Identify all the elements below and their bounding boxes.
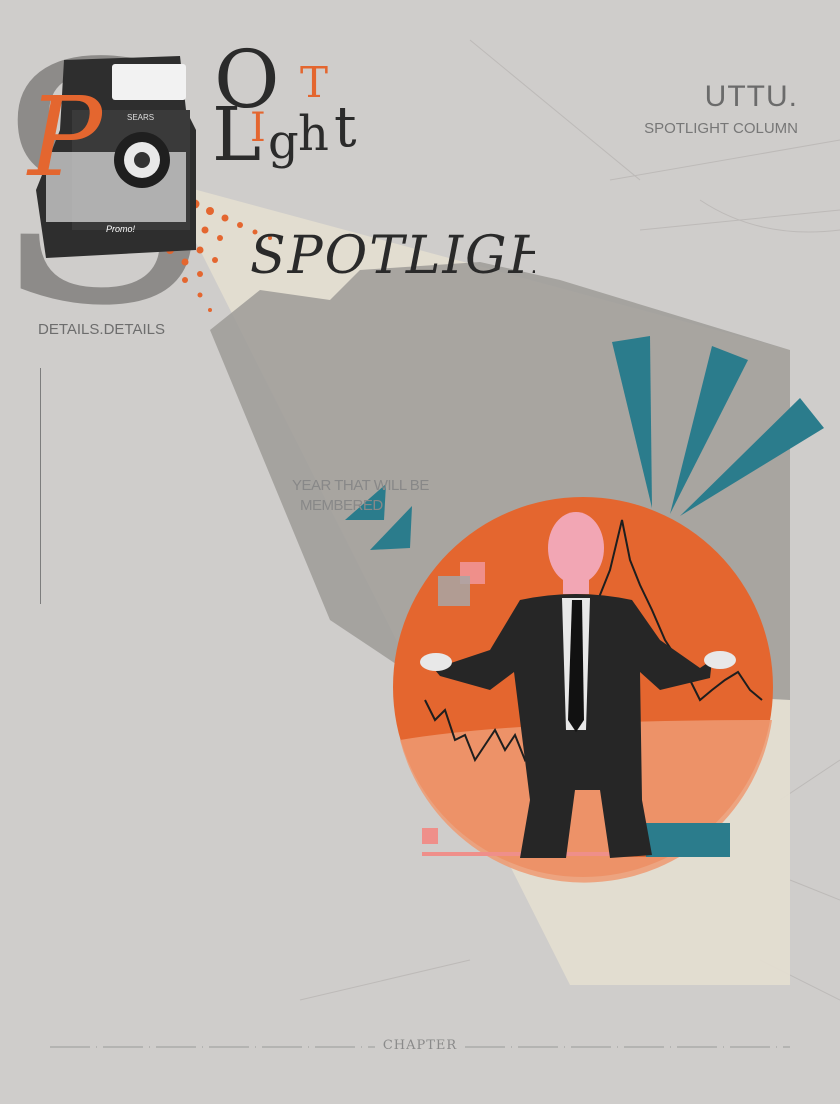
brand-name: UTTU. (704, 80, 798, 113)
collage-artwork: SEARS Promo! (0, 0, 840, 1048)
grey-square (438, 576, 470, 606)
logo-letter-t: t (334, 95, 357, 160)
spotlight-title: SPOTLIGHT (250, 226, 535, 286)
chapter-label: CHAPTER (382, 1038, 458, 1053)
tagline-line-2: MEMBERED (300, 497, 383, 514)
column-label: SPOTLIGHT COLUMN (644, 120, 798, 137)
tagline: YEAR THAT WILL BE MEMBERED (292, 476, 429, 516)
logo-letter-p: P (28, 73, 103, 201)
tagline-line-1: YEAR THAT WILL BE (292, 477, 429, 494)
logo-letter-t-upper: T (300, 58, 329, 107)
camera-brand-text: SEARS (127, 113, 154, 122)
spotlight-title-clip: SPOTLIGHT (250, 226, 535, 290)
camera-model-text: Promo! (106, 224, 136, 234)
details-label: DETAILS.DETAILS (38, 321, 165, 338)
logo-letter-h: h (298, 106, 329, 162)
logo-letter-g: g (268, 114, 299, 170)
logo-letter-i: I (250, 105, 266, 151)
vertical-divider (40, 368, 41, 604)
pink-square-small (422, 828, 438, 844)
